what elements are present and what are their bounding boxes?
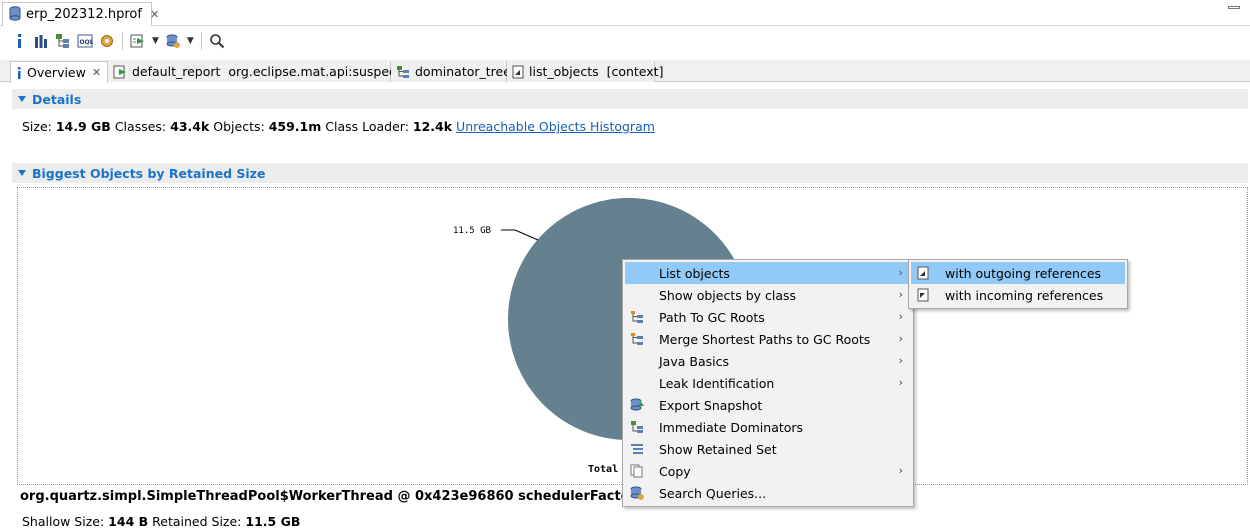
retained-size-value: 11.5 GB [245,514,301,529]
toolbar-separator [122,32,123,50]
collapse-triangle-icon[interactable] [18,96,26,102]
search-icon[interactable] [206,30,228,52]
classes-value: 43.4k [170,119,210,134]
export-snapshot-icon [629,397,645,413]
tab-dominator-tree[interactable]: dominator_tree [391,61,511,82]
details-title: Details [32,91,82,107]
svg-text:OQL: OQL [80,39,94,46]
toolbar-separator [200,32,202,50]
tab-overview[interactable]: Overview ✕ [10,61,108,83]
size-value: 14.9 GB [55,119,111,134]
path-to-gc-roots-icon [629,309,645,325]
context-menu: List objects › Show objects by class › P… [622,259,914,507]
editor-tab-title: erp_202312.hprof [26,7,142,22]
gear-icon[interactable] [96,30,118,52]
tab-label: default_report org.eclipse.mat.api:suspe… [132,64,408,79]
menu-item-merge-shortest-paths[interactable]: Merge Shortest Paths to GC Roots › [625,328,911,350]
selected-object-sizes: Shallow Size: 144 B Retained Size: 11.5 … [22,514,301,529]
heap-dump-icon [9,5,21,24]
list-objects-icon [512,65,524,79]
objects-value: 459.1m [268,119,322,134]
list-objects-submenu: with outgoing references with incoming r… [908,259,1128,309]
dominator-tree-icon[interactable] [52,30,74,52]
query-browser-icon[interactable] [162,30,184,52]
search-queries-icon [629,485,645,501]
shallow-size-value: 144 B [108,514,149,529]
menu-item-leak-identification[interactable]: Leak Identification › [625,372,911,394]
tab-label: Overview [27,65,86,80]
menu-item-incoming-references[interactable]: with incoming references [911,284,1125,306]
biggest-objects-section-header[interactable]: Biggest Objects by Retained Size [12,163,1248,183]
info-icon[interactable] [8,30,30,52]
chevron-right-icon: › [898,332,903,345]
histogram-icon[interactable] [30,30,52,52]
retained-set-icon [629,441,645,457]
chevron-right-icon: › [898,464,903,477]
menu-item-java-basics[interactable]: Java Basics › [625,350,911,372]
chevron-right-icon: › [898,266,903,279]
menu-item-list-objects[interactable]: List objects › [625,262,911,284]
immediate-dominators-icon [629,419,645,435]
chevron-down-icon[interactable]: ▼ [187,36,194,46]
close-icon[interactable]: ✕ [92,66,101,79]
pie-slice-label: 11.5 GB [453,226,491,236]
class-loader-value: 12.4k [412,119,453,134]
copy-icon [629,463,645,479]
editor-tabbar: erp_202312.hprof ✕ [0,0,1250,26]
oql-icon[interactable]: OQL [74,30,96,52]
menu-item-path-to-gc-roots[interactable]: Path To GC Roots › [625,306,911,328]
toolbar: OQL ▼ ▼ [0,26,1250,56]
close-icon[interactable]: ✕ [150,8,159,21]
run-report-icon[interactable] [127,30,149,52]
menu-item-search-queries[interactable]: Search Queries... [625,482,911,504]
biggest-objects-title: Biggest Objects by Retained Size [32,165,266,181]
chevron-right-icon: › [898,354,903,367]
unreachable-objects-histogram-link[interactable]: Unreachable Objects Histogram [456,119,655,134]
tab-label: list_objects [context] [529,64,664,79]
merge-paths-icon [629,331,645,347]
chevron-right-icon: › [898,376,903,389]
outgoing-references-icon [915,265,931,281]
info-icon [16,66,22,79]
chevron-down-icon[interactable]: ▼ [152,36,159,46]
tab-list-objects[interactable]: list_objects [context] [507,61,663,82]
collapse-triangle-icon[interactable] [18,170,26,176]
editor-tab-hprof[interactable]: erp_202312.hprof ✕ [2,2,159,26]
report-tabbar: Overview ✕ default_report org.eclipse.ma… [0,60,1250,83]
dominator-tree-icon [396,65,410,79]
chevron-right-icon: › [898,288,903,301]
menu-item-show-objects-by-class[interactable]: Show objects by class › [625,284,911,306]
pie-label-leader [514,229,539,241]
report-icon [113,65,127,79]
details-summary: Size: 14.9 GB Classes: 43.4k Objects: 45… [22,119,655,134]
menu-item-outgoing-references[interactable]: with outgoing references [911,262,1125,284]
chevron-right-icon: › [898,310,903,323]
details-section-header[interactable]: Details [12,89,1248,109]
menu-item-show-retained-set[interactable]: Show Retained Set [625,438,911,460]
incoming-references-icon [915,287,931,303]
minimize-icon[interactable] [1228,6,1240,9]
menu-item-export-snapshot[interactable]: Export Snapshot [625,394,911,416]
menu-item-immediate-dominators[interactable]: Immediate Dominators [625,416,911,438]
pie-total-label: Total [588,464,618,475]
tab-label: dominator_tree [415,64,511,79]
tab-default-report[interactable]: default_report org.eclipse.mat.api:suspe… [108,61,407,82]
menu-item-copy[interactable]: Copy › [625,460,911,482]
